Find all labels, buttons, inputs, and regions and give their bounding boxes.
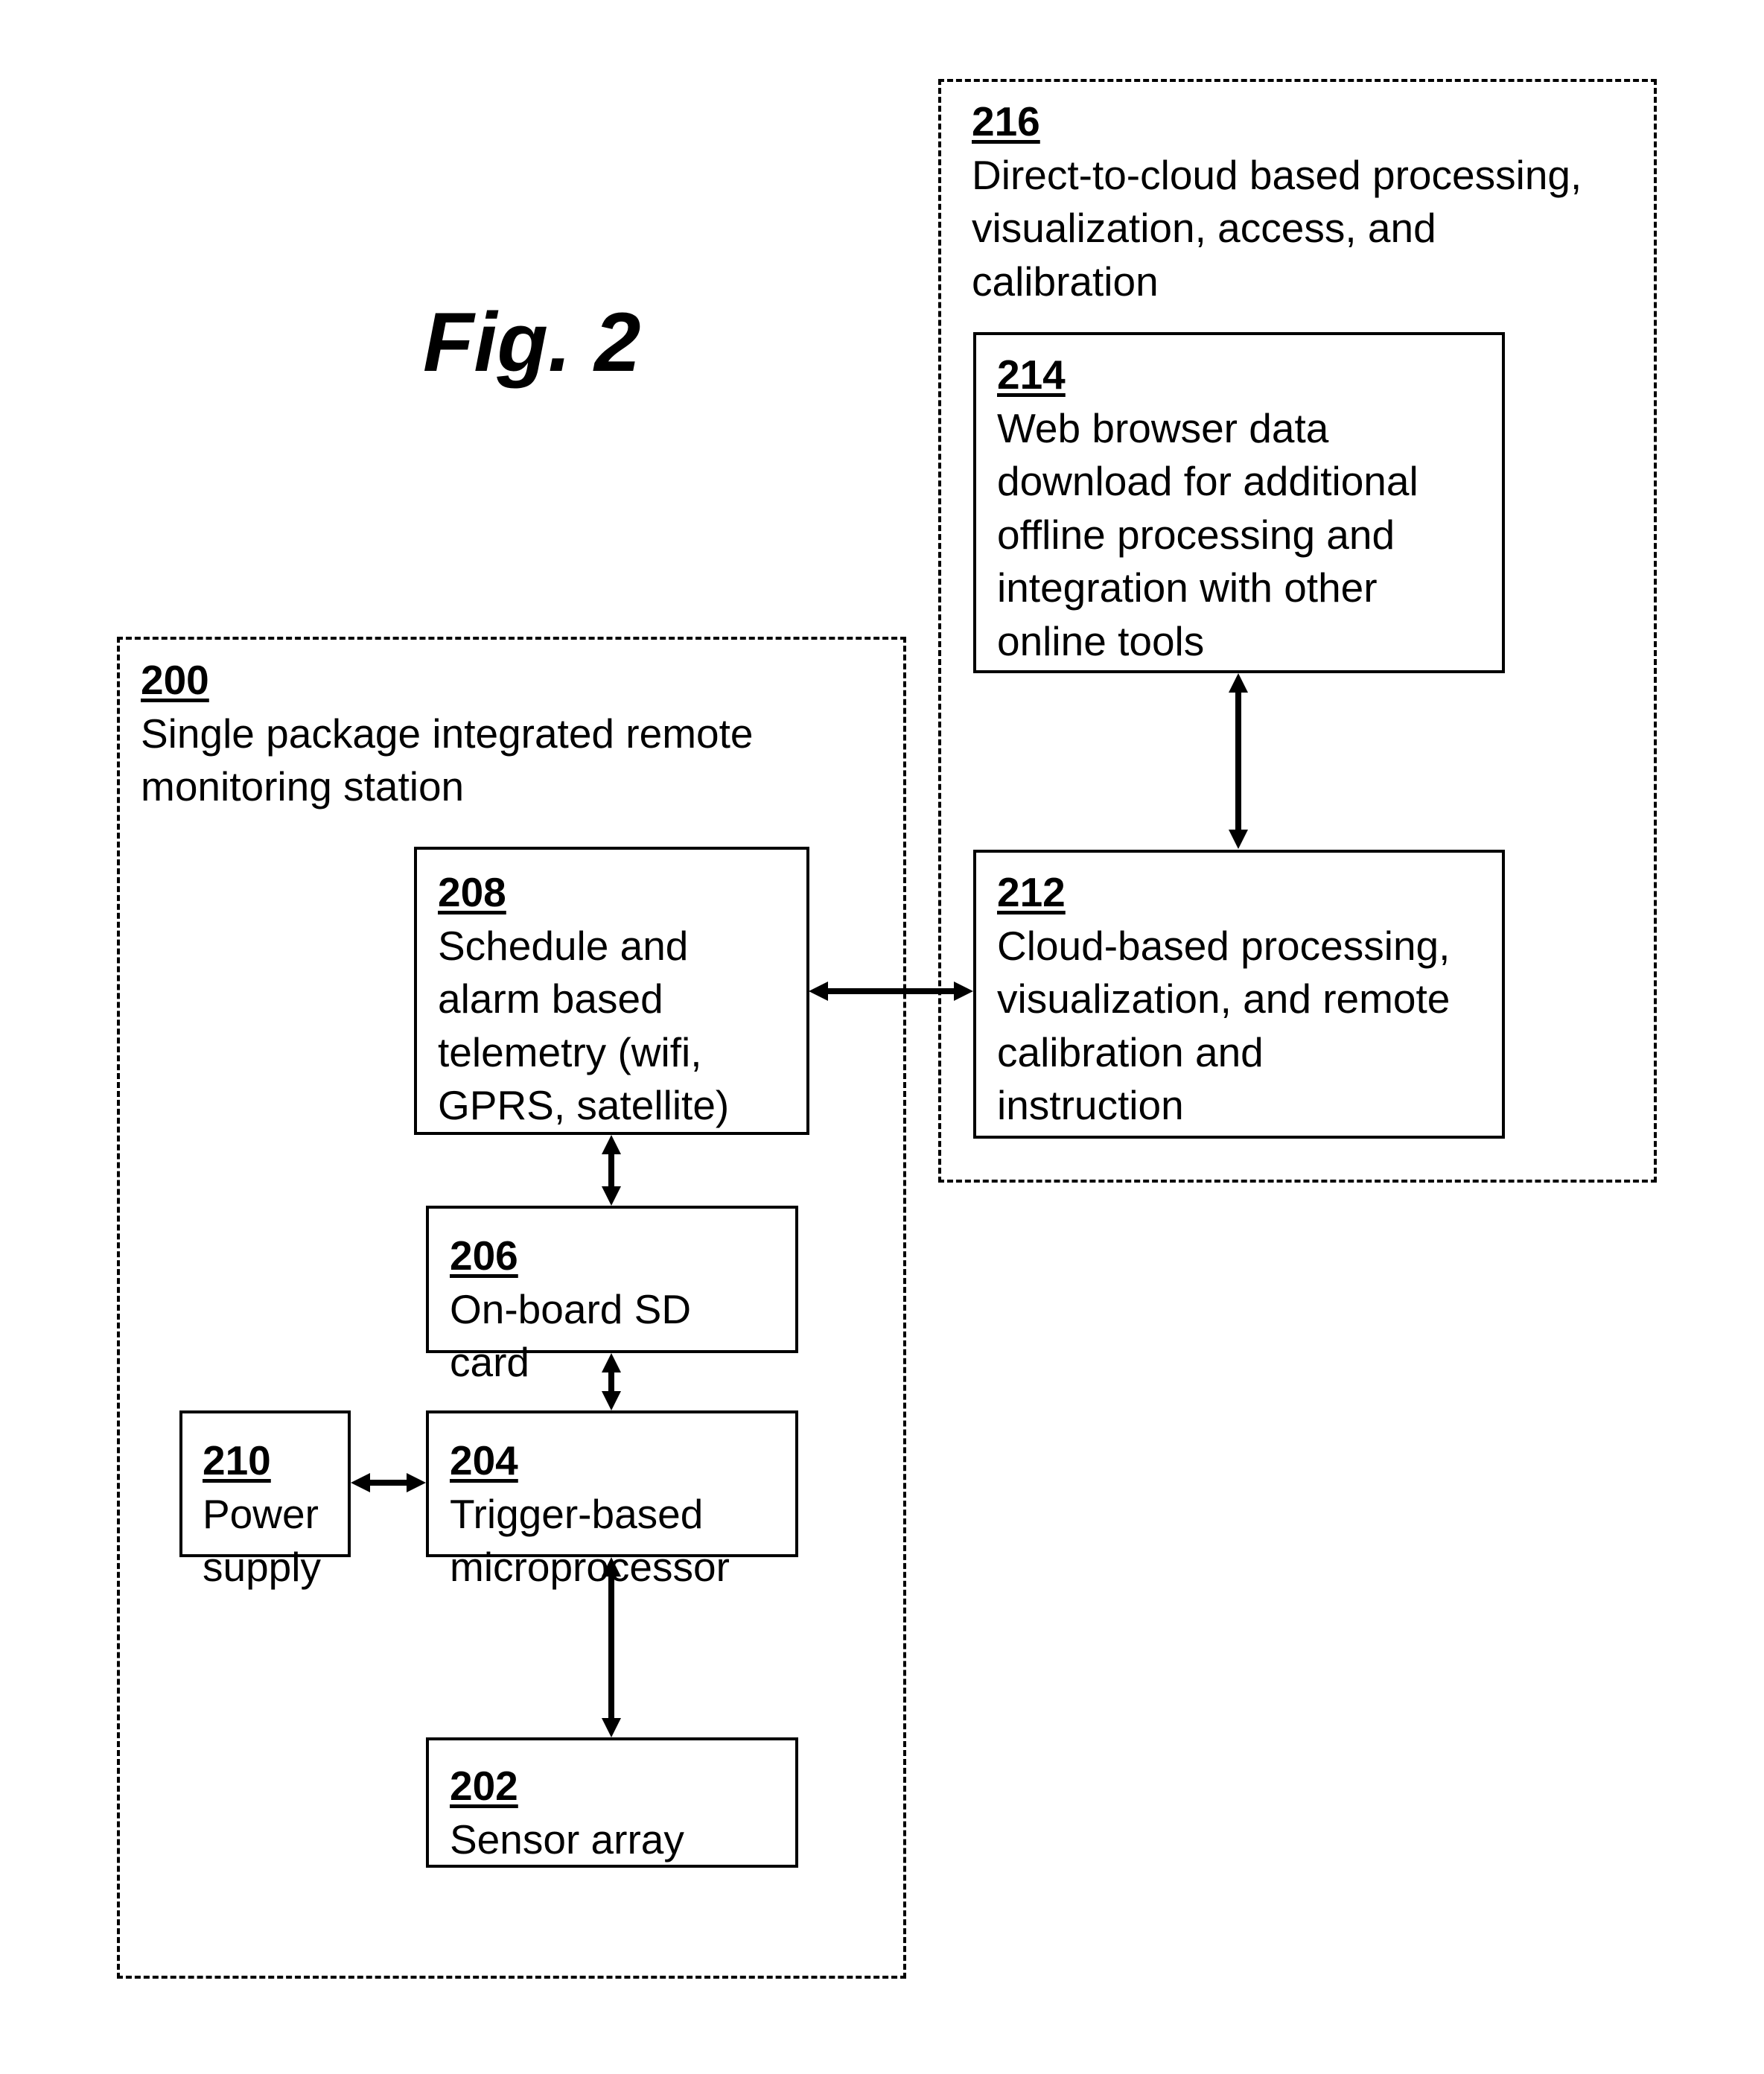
arrow-210-204 bbox=[351, 1473, 426, 1492]
arrow-208-206 bbox=[602, 1135, 621, 1206]
arrow-208-212 bbox=[809, 982, 973, 1001]
arrow-206-204 bbox=[602, 1353, 621, 1410]
arrow-214-212 bbox=[1229, 673, 1248, 849]
connector-layer bbox=[351, 673, 1248, 1737]
arrow-204-202 bbox=[602, 1557, 621, 1737]
